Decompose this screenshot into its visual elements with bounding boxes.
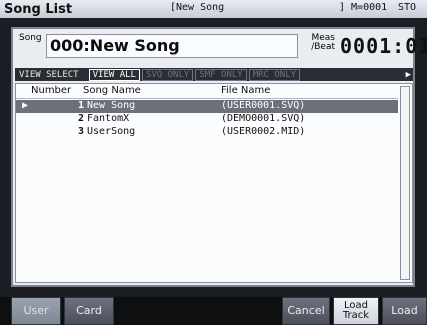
load-button[interactable]: Load bbox=[382, 297, 427, 325]
header-file-name: File Name bbox=[221, 85, 271, 96]
vertical-scrollbar[interactable] bbox=[400, 86, 410, 280]
list-rows: ▶ 1 New Song (USER0001.SVQ) 2 FantomX (D… bbox=[16, 100, 398, 139]
load-track-label: Load Track bbox=[343, 301, 369, 321]
header-number: Number bbox=[31, 85, 72, 96]
view-select-bar: VIEW SELECT VIEW ALL SVQ ONLY SMF ONLY M… bbox=[15, 68, 413, 81]
store-indicator: STO bbox=[398, 2, 417, 13]
meas-beat-label: Meas/Beat bbox=[311, 33, 335, 52]
row-number: 2 bbox=[77, 113, 84, 124]
current-song-indicator: [New Song bbox=[170, 2, 225, 13]
row-song-name: New Song bbox=[87, 100, 136, 111]
scroll-right-icon[interactable]: ▶ bbox=[406, 70, 411, 80]
list-header: Number Song Name File Name bbox=[16, 84, 398, 99]
row-file-name: (USER0002.MID) bbox=[221, 126, 306, 137]
list-item[interactable]: ▶ 1 New Song (USER0001.SVQ) bbox=[16, 100, 398, 113]
row-song-name: UserSong bbox=[87, 126, 136, 137]
list-item[interactable]: 2 FantomX (DEMO0001.SVQ) bbox=[16, 113, 398, 126]
song-name-field[interactable]: 000:New Song bbox=[46, 34, 298, 58]
song-list: Number Song Name File Name ▶ 1 New Song … bbox=[15, 83, 413, 283]
row-song-name: FantomX bbox=[87, 113, 130, 124]
screen-title: Song List bbox=[4, 1, 73, 17]
song-list-panel: Song 000:New Song Meas/Beat 0001:01 VIEW… bbox=[11, 27, 427, 287]
row-number: 3 bbox=[77, 126, 84, 137]
cursor-arrow-icon: ▶ bbox=[22, 100, 29, 111]
measure-indicator: ] M=0001 bbox=[339, 2, 388, 13]
song-info-row: Song 000:New Song Meas/Beat 0001:01 bbox=[13, 29, 427, 63]
function-button-bar: User Card Cancel Load Track Load bbox=[0, 297, 427, 325]
mrc-only-option[interactable]: MRC ONLY bbox=[248, 68, 301, 81]
meas-beat-value[interactable]: 0001:01 bbox=[340, 34, 427, 58]
load-track-button[interactable]: Load Track bbox=[333, 297, 379, 325]
row-number: 1 bbox=[77, 100, 84, 111]
view-all-option[interactable]: VIEW ALL bbox=[88, 68, 140, 81]
row-file-name: (DEMO0001.SVQ) bbox=[221, 113, 306, 124]
user-button[interactable]: User bbox=[11, 297, 61, 325]
list-item[interactable]: 3 UserSong (USER0002.MID) bbox=[16, 126, 398, 139]
view-select-label: VIEW SELECT bbox=[19, 69, 79, 80]
load-track-line2: Track bbox=[342, 310, 370, 321]
card-button[interactable]: Card bbox=[64, 297, 114, 325]
cancel-button[interactable]: Cancel bbox=[282, 297, 330, 325]
song-label: Song bbox=[19, 33, 42, 43]
title-bar: Song List [New Song ] M=0001 STO bbox=[0, 0, 427, 18]
svq-only-option[interactable]: SVQ ONLY bbox=[141, 68, 194, 81]
row-file-name: (USER0001.SVQ) bbox=[221, 100, 306, 111]
header-song-name: Song Name bbox=[83, 85, 141, 96]
smf-only-option[interactable]: SMF ONLY bbox=[195, 68, 247, 81]
